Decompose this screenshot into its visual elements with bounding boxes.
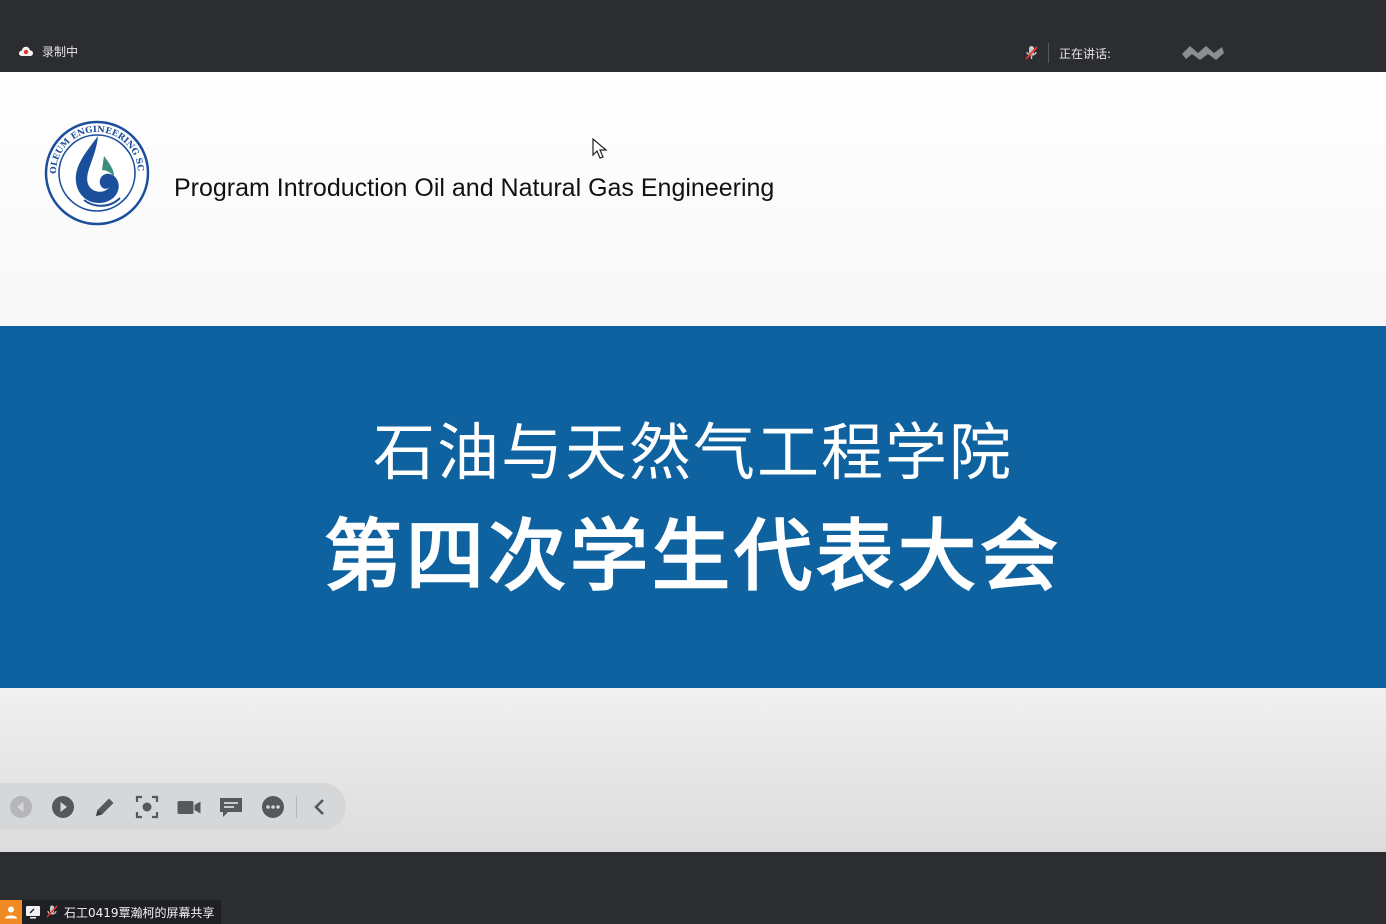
speaker-avatar-icon (1182, 46, 1224, 60)
program-title: Program Introduction Oil and Natural Gas… (174, 174, 775, 202)
school-logo-icon: PETROLEUM ENGINEERING SCHOOL (44, 120, 150, 226)
share-label: 石工0419覃瀚柯的屏幕共享 (64, 905, 215, 920)
mouse-cursor-icon (592, 138, 608, 159)
meeting-window: 录制中 正在讲话: OLEUM ENGINEERING SC Program I… (0, 0, 1386, 924)
speaking-label: 正在讲话: (1059, 46, 1112, 61)
play-circle-icon (52, 795, 74, 818)
shared-slide: PETROLEUM ENGINEERING SCHOOL Program Int… (0, 72, 1386, 852)
recording-label: 录制中 (42, 44, 79, 59)
screenshot-button[interactable] (126, 787, 168, 827)
speaking-indicator: 正在讲话: (1012, 36, 1244, 70)
top-bar: 录制中 正在讲话: (0, 0, 1386, 72)
screen-share-icon (26, 906, 40, 919)
user-avatar (0, 900, 22, 924)
toolbar-divider (296, 795, 297, 818)
cloud-record-icon (18, 46, 34, 56)
title-banner: 石油与天然气工程学院 第四次学生代表大会 (0, 326, 1386, 688)
mic-muted-icon[interactable] (1020, 44, 1042, 62)
slide-header: PETROLEUM ENGINEERING SCHOOL Program Int… (0, 72, 1386, 326)
previous-button[interactable] (0, 787, 42, 827)
more-button[interactable] (252, 787, 294, 827)
chevron-left-icon (314, 798, 324, 815)
user-icon (5, 906, 17, 919)
more-icon (262, 795, 284, 818)
recording-indicator[interactable]: 录制中 (18, 42, 78, 60)
focus-icon (135, 795, 159, 818)
slide-toolbar (0, 783, 346, 830)
divider (1048, 43, 1049, 63)
chat-button[interactable] (210, 787, 252, 827)
school-name: 石油与天然气工程学院 (372, 416, 1013, 489)
bottom-bar: 石工0419覃瀚柯的屏幕共享 (0, 852, 1386, 924)
chat-icon (220, 797, 242, 817)
screen-share-tag[interactable]: 石工0419覃瀚柯的屏幕共享 (0, 900, 221, 924)
next-button[interactable] (42, 787, 84, 827)
pen-icon (96, 798, 114, 816)
event-title: 第四次学生代表大会 (323, 512, 1062, 602)
collapse-button[interactable] (299, 787, 341, 827)
prev-circle-icon (10, 795, 32, 818)
pen-button[interactable] (84, 787, 126, 827)
camera-button[interactable] (168, 787, 210, 827)
mic-muted-icon (46, 905, 58, 918)
video-camera-icon (177, 800, 201, 814)
